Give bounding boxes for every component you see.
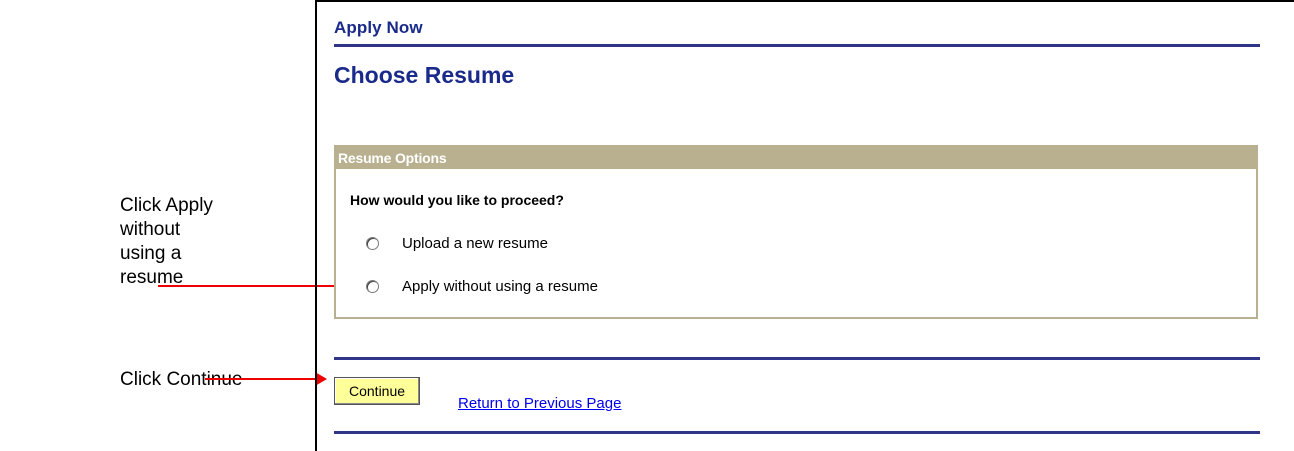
annotation-arrow-continue <box>205 372 327 386</box>
annotation-continue-note: Click Continue <box>120 369 243 390</box>
option-apply-without-label: Apply without using a resume <box>402 278 598 295</box>
application-page: Apply Now Choose Resume Resume Options H… <box>315 0 1294 451</box>
actions-divider-top <box>334 357 1260 360</box>
question-label: How would you like to proceed? <box>350 192 564 208</box>
radio-upload-resume[interactable] <box>366 237 379 250</box>
page-title: Choose Resume <box>334 62 515 88</box>
radio-apply-without-resume[interactable] <box>366 280 379 293</box>
resume-options-group: Resume Options How would you like to pro… <box>334 145 1258 319</box>
option-upload-label: Upload a new resume <box>402 235 548 252</box>
annotation-apply-note: Click Apply without using a resume <box>120 195 213 288</box>
option-upload-resume[interactable]: Upload a new resume <box>366 235 548 252</box>
breadcrumb: Apply Now <box>334 18 423 37</box>
group-header: Resume Options <box>336 147 1256 169</box>
option-apply-without-resume[interactable]: Apply without using a resume <box>366 278 598 295</box>
continue-button[interactable]: Continue <box>334 377 421 405</box>
header-divider <box>334 44 1260 47</box>
actions-divider-bottom <box>334 431 1260 434</box>
return-to-previous-page-link[interactable]: Return to Previous Page <box>458 395 621 412</box>
